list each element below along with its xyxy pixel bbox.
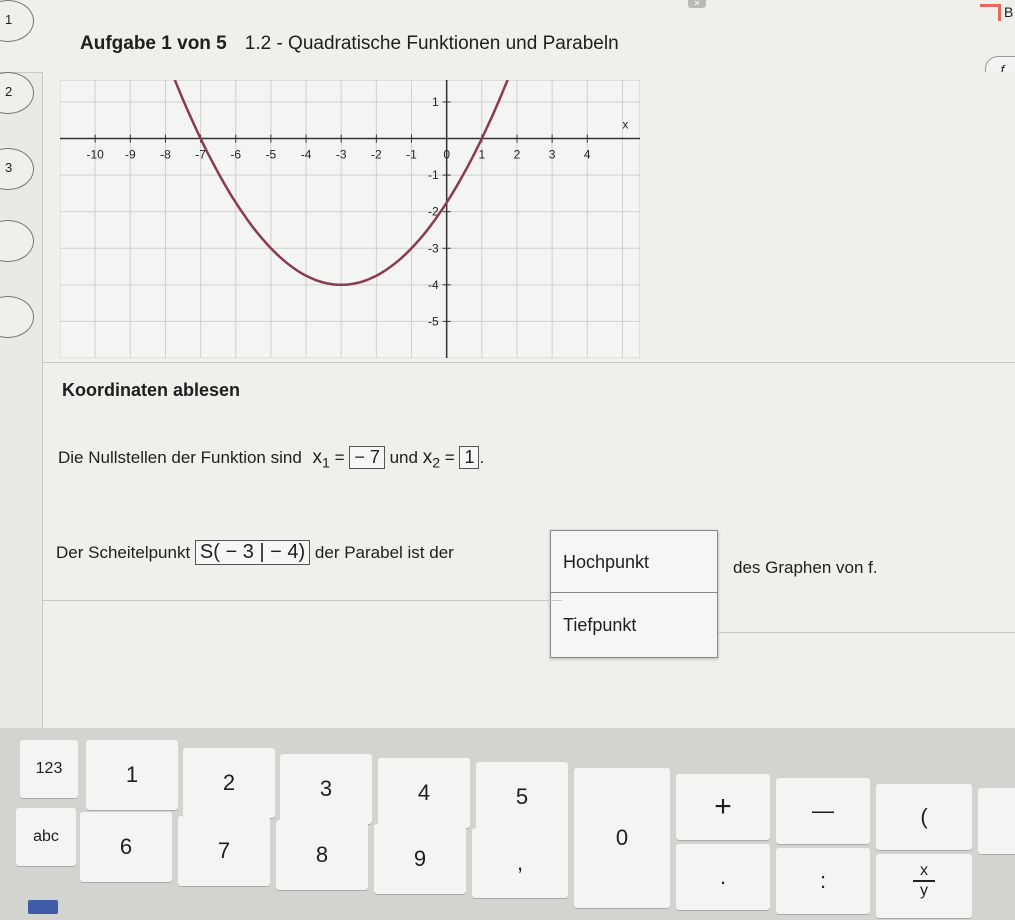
x-tick-label: -1 [406,148,417,162]
x-tick-label: -10 [86,148,104,162]
key-paren[interactable]: ( [876,784,972,850]
divider [42,600,562,601]
x-tick-label: -3 [336,148,347,162]
task-label: Aufgabe 1 von 5 [80,33,227,54]
question-tail: des Graphen von f. [733,558,878,577]
question-vertex: Der Scheitelpunkt S( − 3 | − 4) der Para… [56,540,454,565]
x-tick-label: 3 [549,148,556,162]
y-tick-label: 1 [432,95,439,109]
y-tick-label: -5 [428,314,439,328]
x-tick-label: -8 [160,148,171,162]
key-3[interactable]: 3 [280,754,372,824]
divider [718,632,1015,633]
parabola-chart: -10 -9 -8 -7 -6 -5 -4 -3 -2 -1 0 1 2 3 41-1-2-3-4-5x [60,80,640,358]
math-keyboard: 123 1 2 3 4 5 0 + — ( abc 6 7 8 9 , . : … [0,728,1015,920]
key-abc[interactable]: abc [16,808,76,866]
x-tick-label: 1 [478,148,485,162]
vertex-answer-field[interactable]: S( − 3 | − 4) [194,540,311,565]
key-2[interactable]: 2 [183,748,275,818]
key-0[interactable]: 0 [574,768,670,908]
x-axis-label: x [622,118,628,132]
nav-task-5[interactable] [0,296,34,338]
question-zeros: Die Nullstellen der Funktion sind x1 = −… [58,446,485,472]
top-bar: ✕ B Aufgabe 1 von 5 1.2 - Quadratische Fu… [0,0,1015,73]
key-1[interactable]: 1 [86,740,178,810]
close-icon[interactable]: ✕ [688,0,706,8]
nav-task-4[interactable] [0,220,34,262]
x-tick-label: -4 [301,148,312,162]
x-tick-label: 4 [584,148,591,162]
option-tiefpunkt[interactable]: Tiefpunkt [551,594,717,656]
point-type-dropdown[interactable]: Hochpunkt Tiefpunkt [550,530,718,658]
y-tick-label: -4 [428,278,439,292]
x-tick-label: 0 [443,148,450,162]
key-colon[interactable]: : [776,848,870,914]
corner-letter: B [1004,4,1014,20]
key-123[interactable]: 123 [20,740,78,798]
nav-task-2[interactable]: 2 [0,72,34,114]
topic-label: 1.2 - Quadratische Funktionen und Parabe… [244,33,619,54]
x-tick-label: -5 [266,148,277,162]
key-plus[interactable]: + [676,774,770,840]
bookmark-icon[interactable] [980,4,1001,21]
y-tick-label: -1 [428,168,439,182]
key-partial[interactable] [978,788,1015,854]
section-title: Koordinaten ablesen [62,380,241,400]
keyboard-icon[interactable] [28,900,58,914]
key-fraction[interactable]: x y [876,854,972,918]
key-comma[interactable]: , [472,828,568,898]
x2-answer-field[interactable]: 1 [459,446,480,469]
y-tick-label: -3 [428,241,439,255]
key-9[interactable]: 9 [374,824,466,894]
key-dot[interactable]: . [676,844,770,910]
key-5[interactable]: 5 [476,762,568,832]
option-hochpunkt[interactable]: Hochpunkt [551,531,717,593]
x1-answer-field[interactable]: − 7 [349,446,385,469]
task-navigation: 1 2 3 [0,0,42,360]
key-7[interactable]: 7 [178,816,270,886]
key-4[interactable]: 4 [378,758,470,828]
chart-background [60,80,640,358]
page-title: Aufgabe 1 von 5 1.2 - Quadratische Funkti… [80,33,619,55]
key-6[interactable]: 6 [80,812,172,882]
x-tick-label: 2 [514,148,521,162]
nav-task-3[interactable]: 3 [0,148,34,190]
x-tick-label: -9 [125,148,136,162]
nav-task-1[interactable]: 1 [0,0,34,42]
key-minus[interactable]: — [776,778,870,844]
x-tick-label: -6 [230,148,241,162]
x-tick-label: -2 [371,148,382,162]
divider [42,362,1015,363]
key-8[interactable]: 8 [276,820,368,890]
